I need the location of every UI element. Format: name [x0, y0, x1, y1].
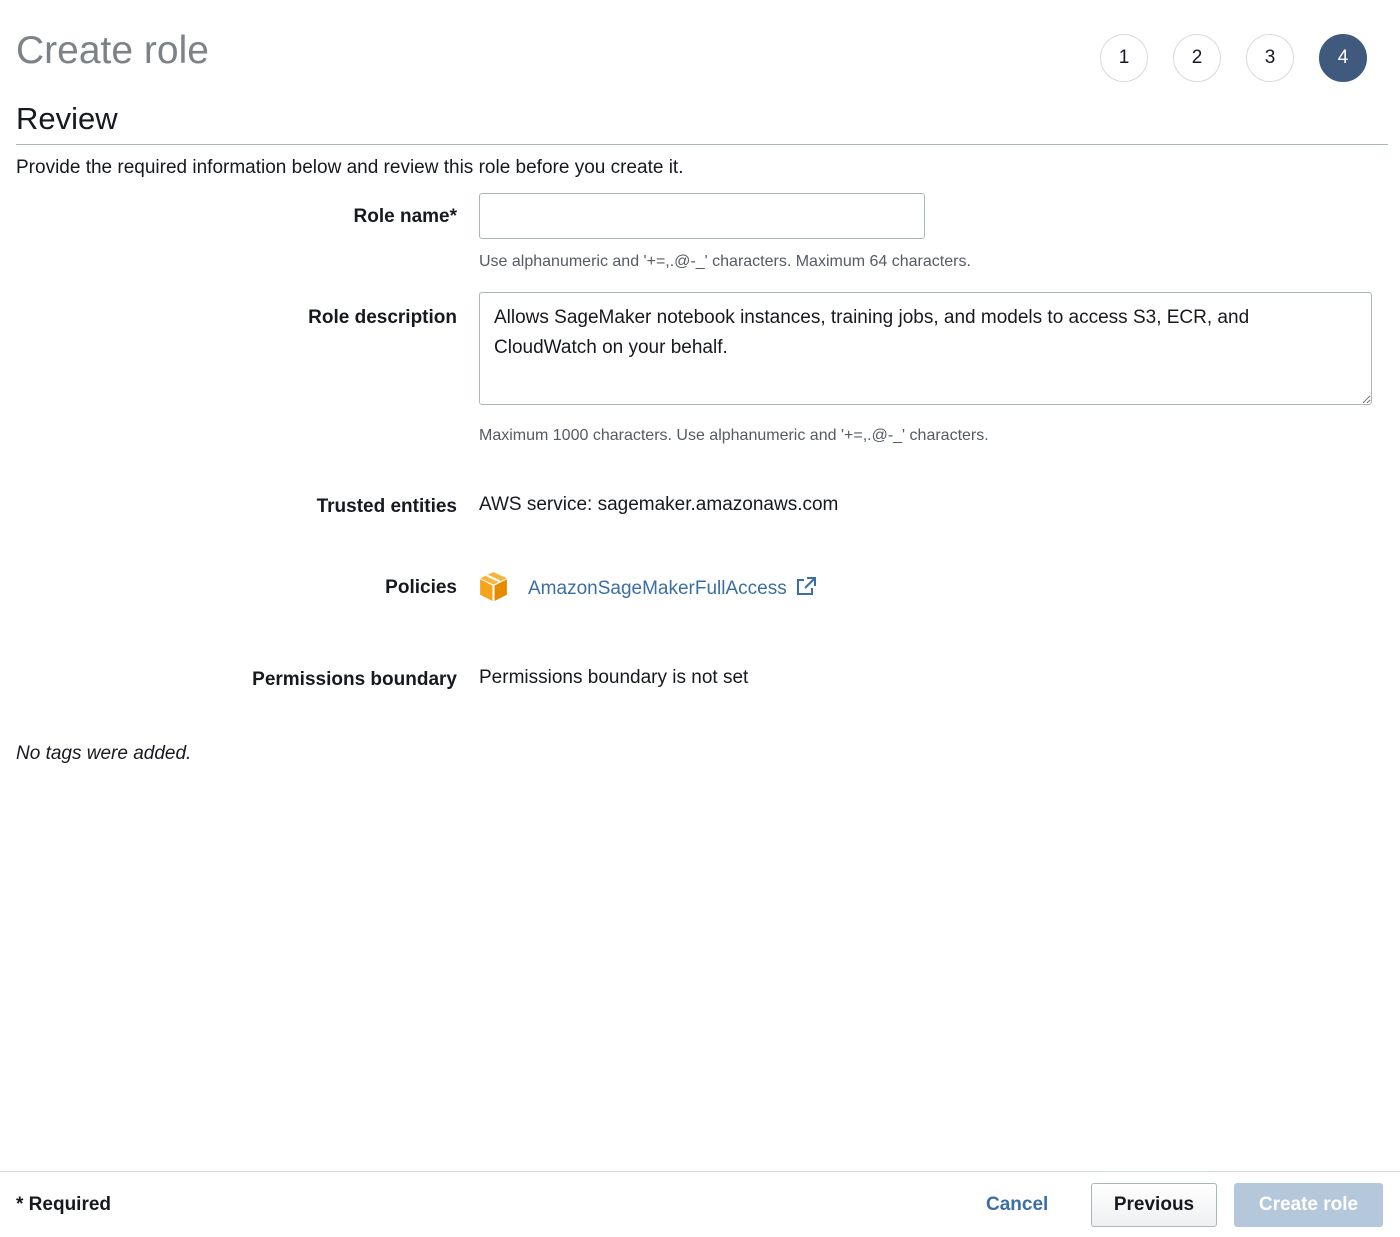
- policy-link-amazonsagemakerfullaccess[interactable]: AmazonSageMakerFullAccess: [528, 576, 817, 602]
- wizard-steps: 1 2 3 4: [1100, 34, 1367, 82]
- no-tags-note: No tags were added.: [16, 743, 192, 764]
- footer-divider: [0, 1171, 1400, 1172]
- step-3[interactable]: 3: [1246, 34, 1294, 82]
- policy-item: AmazonSageMakerFullAccess: [477, 570, 817, 608]
- trusted-entities-label: Trusted entities: [316, 496, 457, 517]
- section-divider: [16, 144, 1388, 145]
- policy-cube-icon: [477, 570, 510, 608]
- step-4-active[interactable]: 4: [1319, 34, 1367, 82]
- previous-button[interactable]: Previous: [1091, 1183, 1217, 1227]
- role-name-label: Role name*: [353, 206, 457, 227]
- policy-link-label: AmazonSageMakerFullAccess: [528, 578, 787, 599]
- section-title: Review: [16, 101, 118, 136]
- role-name-hint: Use alphanumeric and '+=,.@-_' character…: [479, 253, 971, 270]
- external-link-icon: [795, 576, 817, 602]
- required-note: * Required: [16, 1194, 112, 1215]
- create-role-page: Create role 1 2 3 4 Review Provide the r…: [0, 0, 1400, 1237]
- role-description-label: Role description: [308, 307, 457, 328]
- role-description-textarea[interactable]: Allows SageMaker notebook instances, tra…: [479, 292, 1372, 405]
- trusted-entities-value: AWS service: sagemaker.amazonaws.com: [479, 494, 839, 515]
- create-role-button[interactable]: Create role: [1234, 1183, 1383, 1227]
- intro-text: Provide the required information below a…: [16, 157, 684, 178]
- role-description-hint: Maximum 1000 characters. Use alphanumeri…: [479, 427, 989, 444]
- step-1[interactable]: 1: [1100, 34, 1148, 82]
- cancel-button[interactable]: Cancel: [968, 1184, 1066, 1226]
- permissions-boundary-value: Permissions boundary is not set: [479, 667, 749, 688]
- role-name-input[interactable]: [479, 193, 925, 239]
- step-2[interactable]: 2: [1173, 34, 1221, 82]
- permissions-boundary-label: Permissions boundary: [252, 669, 457, 690]
- page-title: Create role: [16, 29, 209, 72]
- policies-label: Policies: [385, 577, 457, 598]
